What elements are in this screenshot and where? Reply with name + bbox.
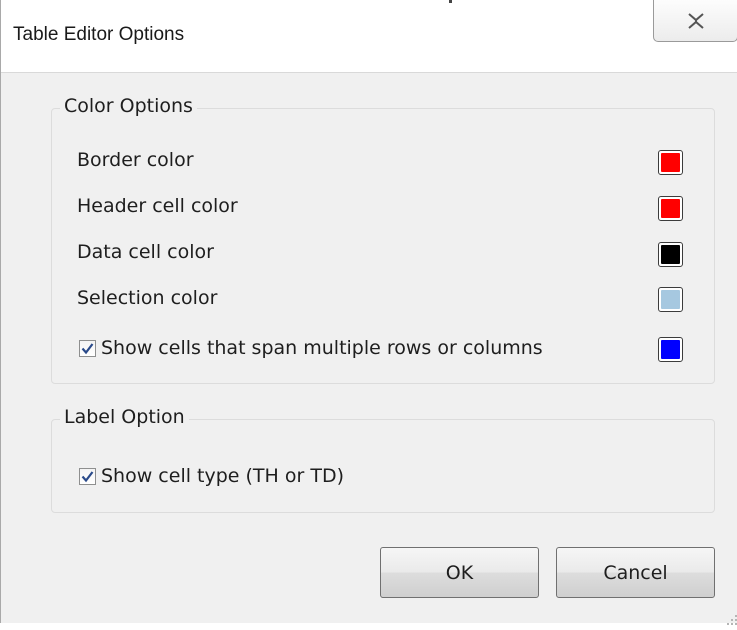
selection-color-label: Selection color [77,287,218,309]
table-editor-options-dialog: Table Editor Options Color Options Borde… [0,0,737,625]
span-cells-color-swatch[interactable] [658,337,683,362]
span-cells-checkbox-row[interactable]: Show cells that span multiple rows or co… [79,337,543,359]
resize-grip-icon[interactable] [726,611,737,625]
dialog-body: Color Options Border color Header cell c… [1,72,737,625]
span-cells-checkbox[interactable] [79,339,96,357]
title-bar: Table Editor Options [1,0,737,72]
title-bar-mark [449,0,452,3]
color-options-legend: Color Options [60,95,197,117]
ok-button[interactable]: OK [380,547,539,598]
span-cells-label: Show cells that span multiple rows or co… [101,337,543,359]
header-cell-color-label: Header cell color [77,195,238,217]
checkmark-icon [81,342,94,355]
cell-type-label: Show cell type (TH or TD) [101,465,344,487]
span-cells-color-fill [661,340,680,359]
cell-type-checkbox-row[interactable]: Show cell type (TH or TD) [79,465,344,487]
cancel-button[interactable]: Cancel [556,547,715,598]
close-icon [687,12,705,29]
header-cell-color-fill [661,199,680,218]
cell-type-checkbox[interactable] [79,467,96,485]
border-color-label: Border color [77,149,194,171]
label-option-legend: Label Option [60,406,189,428]
border-color-fill [661,153,680,172]
close-button[interactable] [653,0,737,42]
data-cell-color-fill [661,245,680,264]
header-cell-color-swatch[interactable] [658,196,683,221]
data-cell-color-swatch[interactable] [658,242,683,267]
selection-color-fill [661,290,680,309]
dialog-title: Table Editor Options [13,24,185,45]
selection-color-swatch[interactable] [658,287,683,312]
border-color-swatch[interactable] [658,150,683,175]
label-option-group: Label Option Show cell type (TH or TD) [51,406,715,513]
checkmark-icon [81,470,94,483]
data-cell-color-label: Data cell color [77,241,214,263]
color-options-group: Color Options Border color Header cell c… [51,95,715,384]
